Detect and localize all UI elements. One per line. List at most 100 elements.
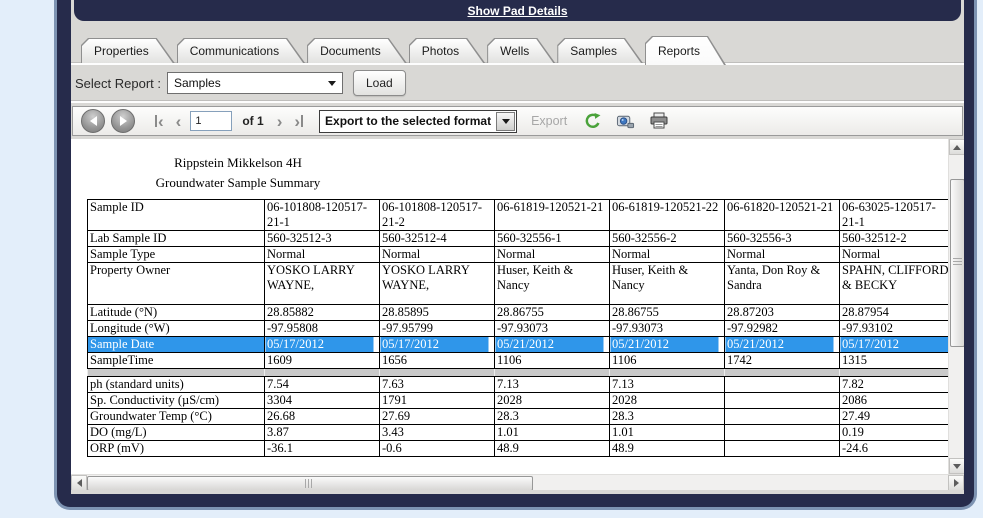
value-cell — [724, 392, 840, 409]
value-cell: Normal — [724, 246, 840, 263]
application-window: Show Pad Details Properties Communicatio… — [57, 0, 974, 507]
value-cell: 560-32512-2 — [839, 230, 948, 247]
print-button[interactable] — [645, 112, 673, 130]
tab-label: Wells — [500, 43, 530, 58]
row-label-cell: Sample Date — [87, 336, 265, 353]
value-cell: 28.87203 — [724, 304, 840, 321]
table-row: Lab Sample ID 560-32512-3 560-32512-4 560-3… — [87, 230, 948, 247]
value-cell: 7.63 — [379, 376, 495, 393]
tab-properties[interactable]: Properties — [81, 38, 175, 63]
table-row: SampleTime 1609 1656 1106 1106 1742 1315 — [87, 352, 948, 369]
chevron-left-icon: ‹ — [158, 111, 164, 131]
scroll-right-button[interactable] — [948, 475, 964, 490]
row-label-cell: ORP (mV) — [87, 440, 265, 457]
printer-icon — [650, 112, 668, 129]
table-row: Latitude (°N) 28.85882 28.85895 28.86755 28.… — [87, 304, 948, 321]
value-cell: -97.95799 — [379, 320, 495, 337]
value-cell — [724, 424, 840, 441]
refresh-button[interactable] — [579, 112, 606, 131]
value-cell: 0.19 — [839, 424, 948, 441]
thumb-grip — [305, 479, 314, 488]
value-cell: -97.95808 — [264, 320, 380, 337]
scroll-left-button[interactable] — [71, 475, 87, 490]
value-cell: YOSKO LARRY WAYNE, — [379, 262, 495, 305]
value-cell: 05/21/2012 — [724, 336, 840, 353]
thumb-grip — [953, 258, 962, 267]
row-label-cell — [87, 368, 265, 377]
chevron-right-icon: › — [276, 111, 283, 131]
value-cell — [264, 368, 380, 377]
table-row — [87, 368, 948, 377]
vertical-scrollbar-thumb[interactable] — [950, 179, 964, 347]
row-label-cell: Latitude (°N) — [87, 304, 265, 321]
value-cell — [724, 440, 840, 457]
value-cell: SPAHN, CLIFFORD & BECKY — [839, 262, 948, 305]
report-select-value: Samples — [174, 76, 221, 90]
vertical-scrollbar[interactable] — [948, 139, 964, 474]
value-cell: Yanta, Don Roy & Sandra — [724, 262, 840, 305]
value-cell — [494, 368, 610, 377]
sample-summary-table: Sample ID 06-101808-120517-21-1 06-101808-… — [87, 199, 948, 457]
value-cell: 28.3 — [609, 408, 725, 425]
load-button[interactable]: Load — [353, 70, 406, 96]
horizontal-scrollbar-thumb[interactable] — [87, 476, 533, 490]
value-cell: 560-32556-2 — [609, 230, 725, 247]
table-row: Sp. Conductivity (µS/cm) 3304 1791 2028 2028… — [87, 392, 948, 409]
value-cell: 7.13 — [494, 376, 610, 393]
show-pad-details-link[interactable]: Show Pad Details — [467, 4, 567, 18]
value-cell: 7.13 — [609, 376, 725, 393]
table-row: Groundwater Temp (°C) 26.68 27.69 28.3 28.3 2… — [87, 408, 948, 425]
value-cell: 28.86755 — [609, 304, 725, 321]
value-cell: 1742 — [724, 352, 840, 369]
row-label-cell: ph (standard units) — [87, 376, 265, 393]
value-cell: 28.85895 — [379, 304, 495, 321]
value-cell: 1791 — [379, 392, 495, 409]
tab-photos[interactable]: Photos — [409, 38, 485, 63]
value-cell: 560-32556-3 — [724, 230, 840, 247]
value-cell: 1106 — [609, 352, 725, 369]
row-label-cell: Sp. Conductivity (µS/cm) — [87, 392, 265, 409]
value-cell — [724, 408, 840, 425]
value-cell: YOSKO LARRY WAYNE, — [264, 262, 380, 305]
history-back-button[interactable] — [81, 109, 105, 133]
page-number-input[interactable] — [190, 111, 233, 131]
last-page-button[interactable]: › — [291, 113, 307, 130]
value-cell: 1609 — [264, 352, 380, 369]
report-title-line1: Rippstein Mikkelson 4H — [174, 155, 302, 170]
value-cell: 1315 — [839, 352, 948, 369]
tab-label: Communications — [189, 43, 280, 58]
next-page-button[interactable]: › — [274, 113, 286, 130]
table-row: Sample Date 05/17/2012 05/17/2012 05/21/201… — [87, 336, 948, 353]
value-cell: Normal — [264, 246, 380, 263]
scroll-down-button[interactable] — [949, 458, 964, 474]
first-page-button[interactable]: ‹ — [151, 113, 167, 130]
dropdown-button[interactable] — [496, 111, 516, 131]
export-format-select[interactable]: Export to the selected format — [319, 109, 518, 133]
report-page: Rippstein Mikkelson 4H Groundwater Sampl… — [71, 139, 948, 474]
export-button[interactable]: Export — [531, 114, 567, 128]
value-cell: Normal — [494, 246, 610, 263]
report-title-line2: Groundwater Sample Summary — [155, 175, 321, 190]
tab-reports[interactable]: Reports — [645, 36, 726, 65]
window-content: Show Pad Details Properties Communicatio… — [71, 0, 964, 494]
tab-communications[interactable]: Communications — [177, 38, 305, 63]
tab-label: Properties — [94, 43, 149, 58]
chevron-left-icon: ‹ — [175, 111, 182, 131]
tab-bar: Properties Communications Documents Phot… — [81, 36, 964, 63]
tab-samples[interactable]: Samples — [557, 38, 643, 63]
page-snapshot-button[interactable] — [612, 112, 639, 131]
pad-details-titlebar: Show Pad Details — [74, 0, 961, 21]
tab-wells[interactable]: Wells — [487, 38, 555, 63]
tab-documents[interactable]: Documents — [307, 38, 407, 63]
history-forward-button[interactable] — [111, 109, 135, 133]
value-cell: 560-32512-4 — [379, 230, 495, 247]
arrow-left-icon — [76, 479, 82, 487]
scroll-up-button[interactable] — [949, 139, 964, 155]
value-cell: 27.69 — [379, 408, 495, 425]
value-cell: 06-61820-120521-21 — [724, 199, 840, 231]
prev-page-button[interactable]: ‹ — [173, 113, 185, 130]
tab-label: Documents — [320, 43, 381, 58]
horizontal-scrollbar[interactable] — [71, 474, 964, 490]
report-select-dropdown[interactable]: Samples — [167, 72, 343, 94]
arrow-up-icon — [953, 144, 961, 150]
